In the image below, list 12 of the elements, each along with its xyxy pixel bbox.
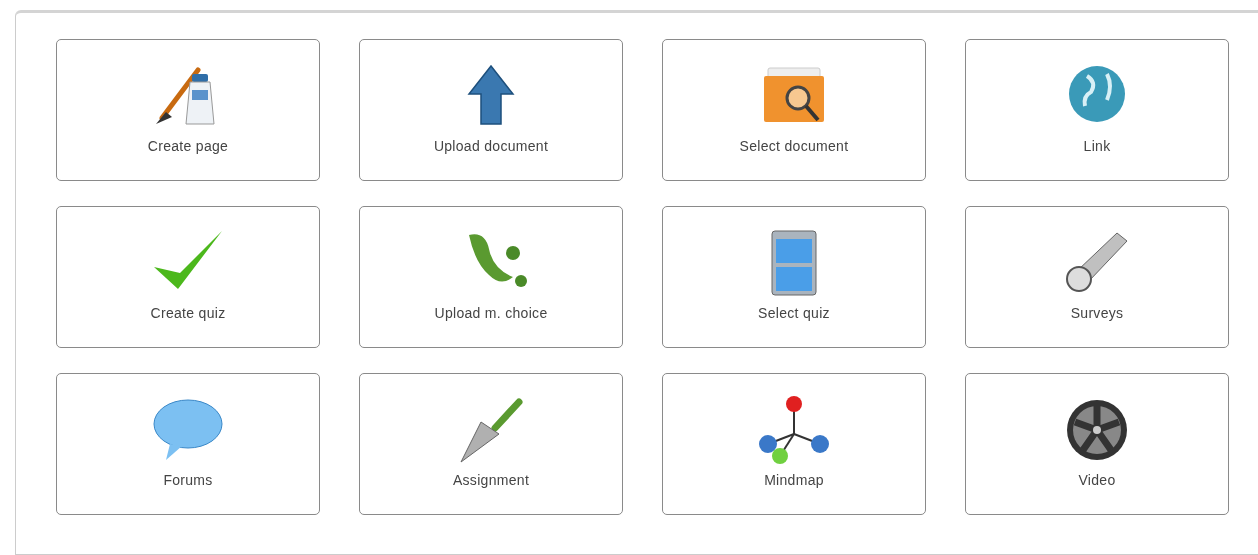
tool-button[interactable]: Create quiz [56,206,320,348]
tool-button[interactable]: Assignment [359,373,623,515]
tool-button[interactable]: Link [965,39,1229,181]
tool-button[interactable]: Forums [56,373,320,515]
tool-button[interactable]: Create page [56,39,320,181]
tool-button[interactable]: Video [965,373,1229,515]
tool-button[interactable]: Select quiz [662,206,926,348]
tool-button[interactable]: Mindmap [662,373,926,515]
tool-button[interactable]: Upload document [359,39,623,181]
tool-button[interactable]: Select document [662,39,926,181]
tool-button[interactable]: Surveys [965,206,1229,348]
tool-button[interactable]: Upload m. choice [359,206,623,348]
